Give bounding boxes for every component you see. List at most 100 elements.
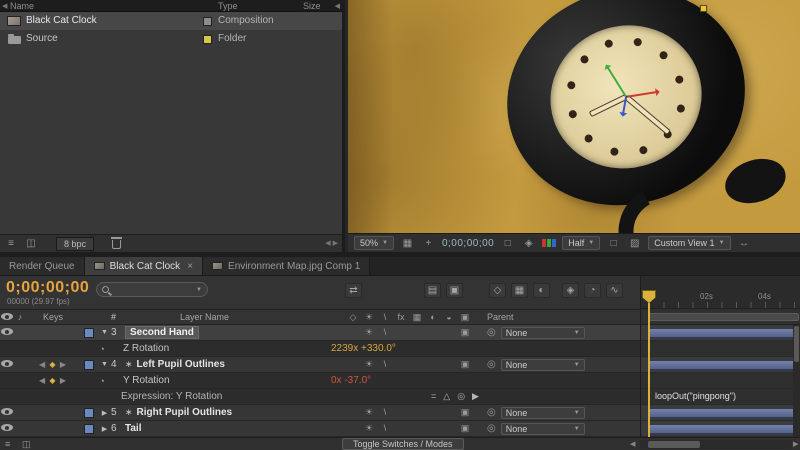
draft-3d-icon[interactable]: ▣ bbox=[446, 283, 463, 298]
parent-dropdown[interactable]: None ▼ bbox=[500, 326, 585, 339]
layer-name-column-label[interactable]: Layer Name bbox=[125, 312, 345, 322]
search-options-icon[interactable]: ▼ bbox=[196, 287, 202, 293]
expand-inout-pane-icon[interactable]: ◫ bbox=[22, 439, 31, 450]
label-color-swatch[interactable] bbox=[80, 327, 98, 338]
label-color-swatch[interactable] bbox=[80, 359, 98, 370]
work-area-strip[interactable] bbox=[641, 309, 800, 325]
number-column-label[interactable]: # bbox=[111, 312, 125, 322]
expression-track-row[interactable]: loopOut("pingpong") bbox=[641, 389, 800, 405]
project-column-header[interactable]: ◀ Name Type Size ◀ bbox=[0, 0, 342, 12]
frame-blending-icon[interactable]: ▦ bbox=[511, 283, 528, 298]
axis-y-green-icon[interactable] bbox=[606, 65, 627, 98]
parent-dropdown[interactable]: None ▼ bbox=[500, 406, 585, 419]
resolution-dropdown[interactable]: Half ▼ bbox=[562, 236, 601, 250]
enable-expression-icon[interactable]: = bbox=[431, 391, 436, 402]
time-ruler[interactable]: 0s 02s 04s bbox=[641, 276, 800, 309]
timeline-horizontal-scrollbar[interactable] bbox=[640, 440, 792, 449]
layer-duration-bar[interactable] bbox=[648, 359, 800, 370]
axis-x-red-icon[interactable] bbox=[625, 90, 658, 98]
layer-duration-bar[interactable] bbox=[648, 423, 800, 434]
layer-row-right-pupil-outlines[interactable]: ▶ 5 ∗ Right Pupil Outlines ☀ \ ▣ ◎ None ▼ bbox=[0, 405, 640, 421]
keys-column-label[interactable]: Keys bbox=[26, 312, 80, 322]
audio-column-icon[interactable]: ♪ bbox=[14, 312, 26, 322]
time-graph-area[interactable]: 0s 02s 04s loopOut("pingpong") bbox=[640, 276, 800, 437]
show-snapshot-icon[interactable]: ◈ bbox=[521, 238, 536, 249]
composition-viewport[interactable] bbox=[348, 0, 800, 233]
layer-switches[interactable]: ☀ \ ▣ bbox=[345, 359, 475, 370]
layer-row-left-pupil-outlines[interactable]: ◀ ◆ ▶ ▼ 4 ∗ Left Pupil Outlines ☀ \ ▣ ◎ Non… bbox=[0, 357, 640, 373]
delete-trash-icon[interactable] bbox=[111, 237, 122, 249]
stopwatch-icon[interactable]: ◔ bbox=[95, 376, 109, 386]
eye-icon[interactable] bbox=[1, 424, 13, 431]
magnification-dropdown[interactable]: 50% ▼ bbox=[354, 236, 394, 250]
eye-icon[interactable] bbox=[1, 408, 13, 415]
show-channels-icon[interactable] bbox=[542, 239, 557, 247]
expression-code[interactable]: loopOut("pingpong") bbox=[655, 391, 736, 401]
expand-arrow-icon[interactable]: ▶ bbox=[98, 425, 111, 433]
region-of-interest-icon[interactable]: □ bbox=[606, 238, 621, 249]
grid-guides-icon[interactable]: ▦ bbox=[400, 238, 415, 249]
switches-column-icons[interactable]: ◇ ☀ \ fx ▦ ◐ ◒ ▣ bbox=[345, 312, 475, 323]
show-graph-icon[interactable]: △ bbox=[443, 391, 450, 402]
layer-name[interactable]: Right Pupil Outlines bbox=[137, 407, 233, 418]
project-hscroll[interactable]: ◀ ▶ bbox=[325, 239, 338, 247]
expand-layer-pane-icon[interactable]: ≡ bbox=[5, 439, 10, 449]
parent-pickwhip-icon[interactable]: ◎ bbox=[487, 423, 496, 434]
keyframe-navigator[interactable]: ◀ ◆ ▶ bbox=[26, 360, 80, 369]
project-item-source[interactable]: Source Folder bbox=[0, 30, 342, 48]
property-row-z-rotation[interactable]: ◔ Z Rotation 2239x +330.0° bbox=[0, 341, 640, 357]
interpret-footage-icon[interactable]: ≡ bbox=[4, 238, 18, 250]
auto-keyframe-icon[interactable]: ◔ bbox=[584, 283, 601, 298]
toggle-switches-modes-button[interactable]: Toggle Switches / Modes bbox=[342, 438, 464, 450]
layer-duration-bar[interactable] bbox=[648, 327, 800, 338]
expression-pickwhip-icon[interactable]: ◎ bbox=[457, 391, 465, 402]
graph-editor-icon[interactable]: ∿ bbox=[606, 283, 623, 298]
layer-duration-bar[interactable] bbox=[648, 407, 800, 418]
hide-shy-layers-icon[interactable]: ◇ bbox=[489, 283, 506, 298]
column-type[interactable]: Type bbox=[218, 0, 238, 12]
layer-name[interactable]: Second Hand bbox=[125, 326, 199, 339]
scroll-right-icon[interactable]: ▶ bbox=[793, 440, 798, 448]
keyframe-navigator[interactable]: ◀ ◆ ▶ bbox=[26, 376, 80, 385]
label-color-swatch[interactable] bbox=[80, 423, 98, 434]
shrink-columns-icon[interactable]: ⇄ bbox=[345, 283, 362, 298]
property-name[interactable]: Y Rotation bbox=[109, 375, 329, 386]
pixel-aspect-icon[interactable]: ↔ bbox=[737, 238, 752, 249]
eye-icon[interactable] bbox=[1, 328, 13, 335]
label-color-swatch[interactable] bbox=[80, 407, 98, 418]
motion-blur-icon[interactable]: ◐ bbox=[533, 283, 550, 298]
expression-row-y-rotation[interactable]: Expression: Y Rotation = △ ◎ ▶ bbox=[0, 389, 640, 405]
parent-pickwhip-icon[interactable]: ◎ bbox=[487, 327, 496, 338]
viewer-timecode[interactable]: 0;00;00;00 bbox=[442, 238, 494, 249]
scrollbar-thumb[interactable] bbox=[648, 441, 700, 448]
tab-environment-map[interactable]: Environment Map.jpg Comp 1 bbox=[203, 257, 371, 275]
expand-arrow-icon[interactable]: ▶ bbox=[98, 409, 111, 417]
property-track-row[interactable] bbox=[641, 341, 800, 357]
property-value[interactable]: 0x -37.0° bbox=[329, 375, 459, 386]
duration-bar-row[interactable] bbox=[641, 405, 800, 421]
layer-selection-handle[interactable] bbox=[700, 5, 707, 12]
bit-depth-button[interactable]: 8 bpc bbox=[56, 237, 95, 251]
project-item-black-cat-clock[interactable]: Black Cat Clock Composition bbox=[0, 12, 342, 30]
layer-row-tail[interactable]: ▶ 6 Tail ☀ \ ▣ ◎ None ▼ bbox=[0, 421, 640, 437]
work-area-bar[interactable] bbox=[648, 313, 799, 321]
duration-bar-row[interactable] bbox=[641, 357, 800, 373]
close-tab-icon[interactable]: × bbox=[187, 261, 193, 272]
layer-row-second-hand[interactable]: ▼ 3 Second Hand ☀ \ ▣ ◎ None ▼ bbox=[0, 325, 640, 341]
parent-dropdown[interactable]: None ▼ bbox=[500, 358, 585, 371]
parent-pickwhip-icon[interactable]: ◎ bbox=[487, 359, 496, 370]
brainstorm-icon[interactable]: ◈ bbox=[562, 283, 579, 298]
timeline-search-input[interactable]: ▼ bbox=[96, 282, 208, 297]
timeline-vertical-scrollbar[interactable] bbox=[793, 325, 800, 437]
stopwatch-icon[interactable]: ◔ bbox=[95, 344, 109, 354]
video-column-icon[interactable] bbox=[1, 313, 13, 320]
column-size[interactable]: Size bbox=[303, 0, 321, 12]
property-track-row[interactable] bbox=[641, 373, 800, 389]
comp-flowchart-icon[interactable]: ▤ bbox=[424, 283, 441, 298]
mask-visibility-icon[interactable]: + bbox=[421, 238, 436, 249]
snapshot-camera-icon[interactable]: □ bbox=[500, 238, 515, 249]
property-row-y-rotation[interactable]: ◀ ◆ ▶ ◔ Y Rotation 0x -37.0° bbox=[0, 373, 640, 389]
expression-language-menu-icon[interactable]: ▶ bbox=[472, 391, 479, 402]
layer-switches[interactable]: ☀ \ ▣ bbox=[345, 407, 475, 418]
property-value[interactable]: 2239x +330.0° bbox=[329, 343, 459, 354]
